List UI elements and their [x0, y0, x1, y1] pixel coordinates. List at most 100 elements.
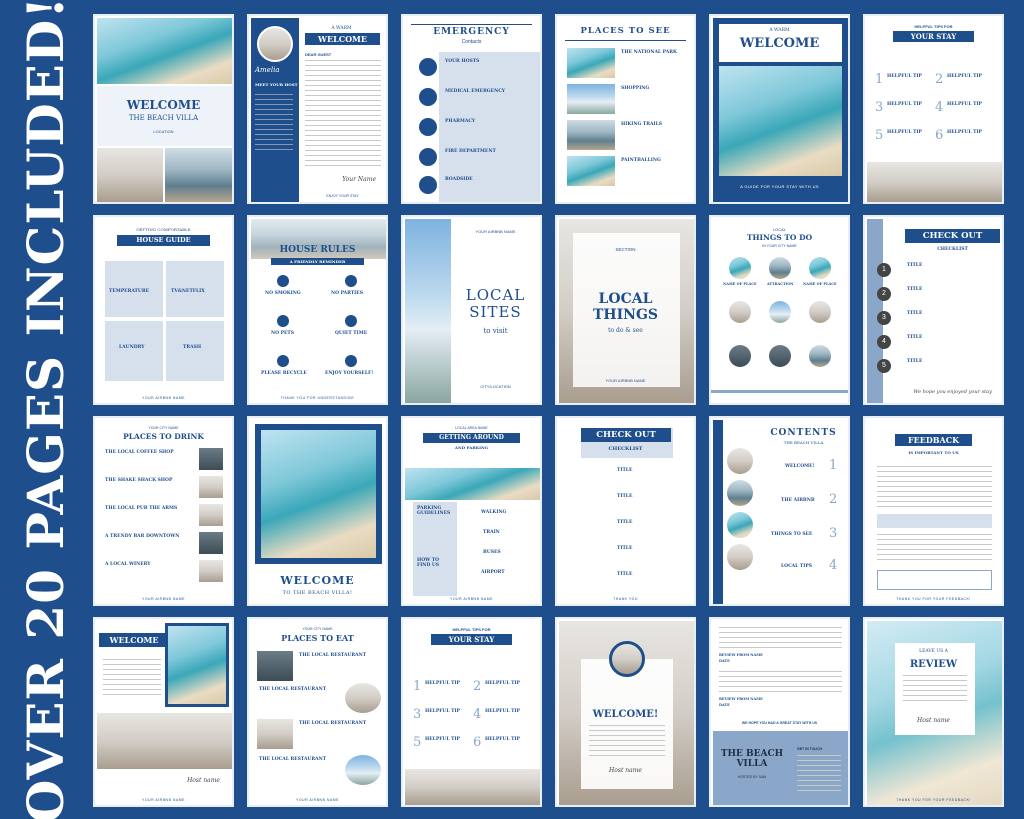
- pre-title: A WARM: [331, 26, 352, 31]
- tip-num-4: 4: [935, 100, 944, 115]
- guide-box-3: [105, 321, 163, 381]
- bar-photo: [199, 532, 223, 554]
- page-subtitle: IN YOUR CITY NAME: [762, 244, 797, 248]
- food-photo-3: [257, 719, 293, 749]
- page-warm-welcome-host: Amelia MEET YOUR HOST A WARM WELCOME DEA…: [247, 14, 388, 204]
- rule-no-smoking: NO SMOKING: [265, 291, 301, 296]
- sign-name: Your Name: [342, 176, 376, 183]
- page-house-guide: GETTING COMFORTABLE HOUSE GUIDE TEMPERAT…: [93, 215, 234, 405]
- bedroom-photo: [405, 769, 540, 805]
- step-4: 4: [877, 335, 891, 349]
- page-subtitle: CHECKLIST: [937, 247, 968, 252]
- page-contents: CONTENTS THE BEACH VILLA WELCOME! 1 THE …: [709, 416, 850, 606]
- host-signature: Host name: [609, 767, 642, 774]
- item-title-5: TITLE: [907, 359, 923, 364]
- answer-lines: [877, 534, 992, 564]
- welcome-text-lines: [103, 659, 161, 699]
- step-5: 5: [877, 359, 891, 373]
- tip-num-1: 1: [875, 72, 884, 87]
- guide-temperature: TEMPERATURE: [109, 289, 150, 294]
- tip-2: HELPFUL TIP: [947, 74, 982, 79]
- villa-photo: [261, 430, 376, 558]
- host-avatar: [257, 26, 293, 62]
- page-feedback: FEEDBACK IS IMPORTANT TO US THANK YOU FO…: [863, 416, 1004, 606]
- page-places-to-drink: YOUR CITY NAME PLACES TO DRINK THE LOCAL…: [93, 416, 234, 606]
- place-photo-9: [809, 345, 831, 367]
- smile-icon: [345, 355, 357, 367]
- step-1: 1: [877, 263, 891, 277]
- page-title: WELCOME: [305, 33, 380, 45]
- page-local-sites: YOUR AIRBNB NAME LOCAL SITES to visit CI…: [401, 215, 542, 405]
- page-places-to-eat: YOUR CITY NAME PLACES TO EAT THE LOCAL R…: [247, 617, 388, 807]
- place-4: PAINTBALLING: [621, 158, 661, 163]
- park-photo: [567, 48, 615, 78]
- beach-photo: [165, 623, 229, 707]
- sign-off: We hope you enjoyed your stay: [913, 389, 992, 395]
- place-3: HIKING TRAILS: [621, 122, 662, 127]
- page-welcome-photo: WELCOME! Host name: [555, 617, 696, 807]
- fire-icon: [419, 148, 437, 166]
- tip-num-5: 5: [413, 735, 422, 750]
- page-footer: YOUR AIRBNB NAME: [449, 597, 493, 601]
- page-getting-around: LOCAL AREA NAME GETTING AROUND AND PARKI…: [401, 416, 542, 606]
- shake-photo: [199, 476, 223, 498]
- page-title: PLACES TO SEE: [580, 26, 671, 36]
- bedroom-photo: [867, 162, 1002, 202]
- food-photo-2: [345, 683, 381, 713]
- page-title: REVIEW: [909, 659, 958, 670]
- review-date-1: DATE: [719, 659, 730, 663]
- drink-5: A LOCAL WINERY: [105, 562, 151, 567]
- rule-quiet-time: QUIET TIME: [335, 331, 368, 336]
- page-subtitle: to do & see: [608, 327, 643, 334]
- place-photo-5: [769, 301, 791, 323]
- page-title: CHECK OUT: [581, 428, 671, 442]
- pre-title: SECTION: [615, 247, 636, 252]
- paintball-photo: [567, 156, 615, 186]
- tip-num-3: 3: [875, 100, 884, 115]
- question-lines: [877, 466, 992, 510]
- page-footer: THANK YOU: [613, 597, 638, 601]
- pre-title: HELPFUL TIPS FOR: [452, 627, 491, 632]
- page-title: HOUSE GUIDE: [117, 235, 210, 246]
- place-1: THE NATIONAL PARK: [621, 50, 677, 55]
- review-lines-2: [719, 671, 842, 695]
- place-photo-4: [729, 301, 751, 323]
- beach-photo: [97, 18, 232, 84]
- contents-welcome: WELCOME!: [785, 464, 815, 469]
- page-footer: CITY/LOCATION: [480, 384, 511, 389]
- item-title-3: TITLE: [907, 311, 923, 316]
- contents-photo-4: [727, 544, 753, 570]
- banner-text: OVER 20 PAGES INCLUDED!: [16, 0, 76, 819]
- footer-stripe: [711, 390, 848, 393]
- page-subtitle: THE BEACH VILLA: [128, 114, 199, 122]
- page-title: EMERGENCY: [433, 27, 510, 37]
- tip-4: HELPFUL TIP: [485, 709, 520, 714]
- page-house-rules: HOUSE RULES A FRIENDLY REMINDER NO SMOKI…: [247, 215, 388, 405]
- medical-cross-icon: [419, 88, 437, 106]
- welcome-text-lines: [589, 725, 665, 759]
- contents-num-3: 3: [829, 526, 838, 541]
- tip-6: HELPFUL TIP: [485, 737, 520, 742]
- item-title-2: TITLE: [617, 494, 633, 499]
- bedroom-photo: [97, 713, 232, 769]
- item-title-5: TITLE: [617, 572, 633, 577]
- contact-roadside: ROADSIDE: [445, 177, 473, 182]
- rule-recycle: PLEASE RECYCLE: [261, 371, 307, 376]
- place-photo-6: [809, 301, 831, 323]
- item-title-3: TITLE: [617, 520, 633, 525]
- eat-2: THE LOCAL RESTAURANT: [259, 687, 327, 692]
- tip-num-2: 2: [473, 679, 482, 694]
- page-subtitle: Contacts: [461, 39, 482, 45]
- page-things-to-do: LOCAL THINGS TO DO IN YOUR CITY NAME NAM…: [709, 215, 850, 405]
- page-subtitle: THE BEACH VILLA: [783, 440, 824, 445]
- location-label: LOCATION: [153, 129, 174, 134]
- tagline: A GUIDE FOR YOUR STAY WITH US: [740, 184, 819, 189]
- hope-text: WE HOPE YOU HAD A GREAT STAY WITH US: [741, 721, 818, 725]
- item-title-1: TITLE: [907, 263, 923, 268]
- page-title: YOUR STAY: [893, 31, 974, 42]
- no-parties-icon: [345, 275, 357, 287]
- item-title-4: TITLE: [907, 335, 923, 340]
- contents-photo-1: [727, 448, 753, 474]
- pre-title: GETTING COMFORTABLE: [136, 227, 191, 232]
- page-footer: YOUR AIRBNB NAME: [141, 798, 185, 802]
